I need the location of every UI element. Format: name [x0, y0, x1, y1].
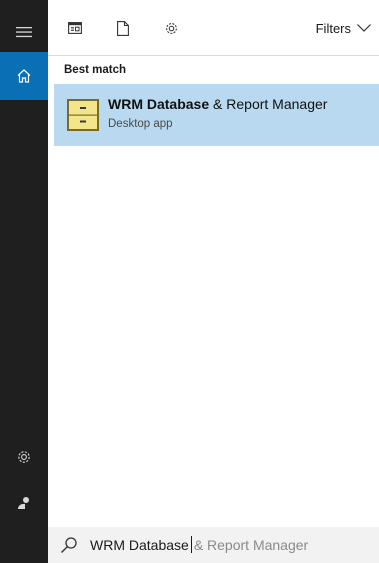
- menu-button[interactable]: [0, 8, 48, 56]
- best-match-result[interactable]: WRM Database & Report Manager Desktop ap…: [54, 84, 379, 146]
- result-subtitle: Desktop app: [108, 118, 173, 130]
- account-button[interactable]: [0, 479, 48, 527]
- filters-dropdown[interactable]: Filters: [316, 14, 371, 42]
- result-title-rest: & Report Manager: [209, 96, 328, 112]
- user-icon: [18, 497, 29, 509]
- search-suggestion: & Report Manager: [193, 536, 309, 553]
- search-icon: [61, 537, 77, 553]
- home-icon: [17, 69, 31, 83]
- documents-filter-button[interactable]: [112, 17, 134, 39]
- gear-icon: [165, 22, 177, 34]
- result-title: WRM Database & Report Manager: [108, 96, 327, 112]
- search-box[interactable]: WRM Database & Report Manager: [48, 527, 379, 563]
- document-icon: [117, 20, 129, 36]
- hamburger-icon: [16, 27, 32, 38]
- search-panel: Filters Best match WRM Database & Report…: [48, 0, 379, 563]
- settings-button[interactable]: [0, 433, 48, 481]
- database-app-icon: [67, 99, 99, 131]
- result-title-match: WRM Database: [108, 96, 210, 112]
- search-query: WRM Database: [90, 536, 189, 553]
- apps-icon: [68, 22, 82, 34]
- best-match-heading: Best match: [64, 64, 126, 76]
- toolbar: Filters: [48, 0, 379, 56]
- search-input[interactable]: WRM Database & Report Manager: [90, 536, 308, 553]
- left-rail: [0, 0, 48, 563]
- apps-filter-button[interactable]: [64, 17, 86, 39]
- settings-filter-button[interactable]: [160, 17, 182, 39]
- filters-label: Filters: [315, 20, 351, 36]
- text-caret: [190, 536, 192, 553]
- home-button[interactable]: [0, 52, 48, 100]
- gear-icon: [18, 451, 30, 463]
- chevron-down-icon: [357, 24, 371, 32]
